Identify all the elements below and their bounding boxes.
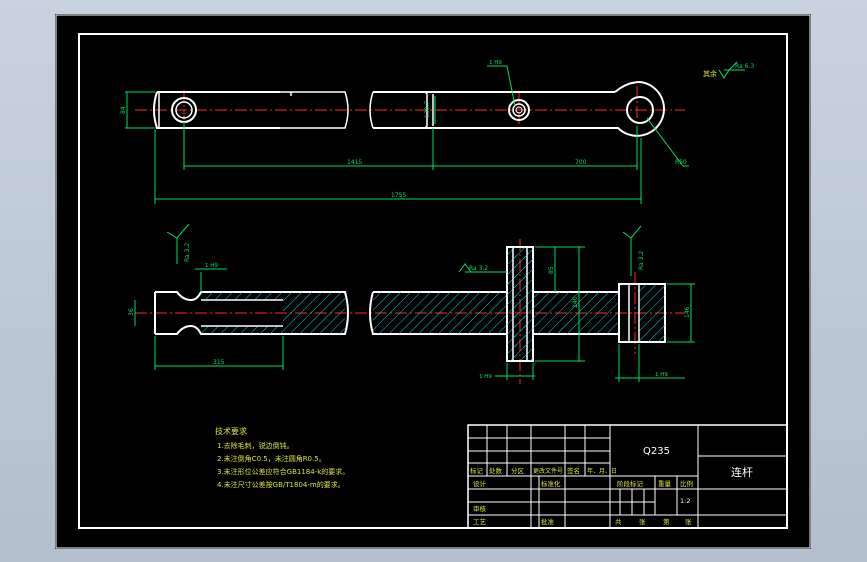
- fit-bottom-right: 1 H9: [655, 372, 668, 378]
- dim-240: 240: [572, 296, 579, 308]
- drawing-area: 1415 700 1755 84 130.7 R50 1 H9 其余 Ra 6.…: [55, 14, 811, 549]
- tech-requirements: 技术要求 1.去除毛刺，锐边倒钝。 2.未注倒角C0.5，未注圆角R0.5。 3…: [215, 426, 349, 489]
- tb-header-count: 处数: [489, 466, 503, 475]
- roughness-right: Ra 3.2: [638, 251, 645, 270]
- roughness-left: Ra 3.2: [184, 243, 191, 262]
- dim-700: 700: [575, 159, 587, 166]
- dim-85: 85: [548, 266, 555, 274]
- tb-header-zone: 分区: [511, 466, 525, 475]
- tb-material: Q235: [643, 446, 670, 457]
- roughness-other: 其余 Ra 6.3: [703, 61, 754, 79]
- tb-sheet-4: 张: [685, 517, 692, 526]
- fit-left: 1 H9: [205, 263, 218, 269]
- tb-scale: 1:2: [680, 497, 690, 505]
- title-block: 标记 处数 分区 更改文件号 签名 年、月、日 设计 标准化 审核 工艺 批准 …: [467, 424, 788, 529]
- tech-req-title: 技术要求: [215, 426, 247, 436]
- tb-role-design: 设计: [473, 479, 487, 488]
- roughness-other-label: 其余: [703, 69, 717, 78]
- tb-header-date: 年、月、日: [587, 467, 617, 475]
- tech-req-item-3: 3.未注形位公差应符合GB1184-k的要求。: [217, 467, 349, 476]
- dim-84: 84: [120, 106, 127, 114]
- tb-sheet-3: 第: [663, 517, 670, 526]
- tb-header-sign: 签名: [567, 466, 580, 475]
- tb-weight: 重量: [658, 480, 672, 488]
- top-view-dimensions: 1415 700 1755 84 130.7 R50 1 H9: [120, 60, 689, 204]
- tb-scale-label: 比例: [680, 479, 693, 488]
- tb-header-docno: 更改文件号: [533, 467, 563, 475]
- tb-role-process: 工艺: [473, 518, 487, 526]
- tech-req-item-1: 1.去除毛刺，锐边倒钝。: [217, 441, 294, 450]
- dim-315: 315: [213, 359, 225, 366]
- dim-1415: 1415: [347, 159, 362, 166]
- tb-sheet-2: 张: [639, 517, 646, 526]
- tb-sheet-1: 共: [615, 517, 622, 526]
- dim-1755: 1755: [391, 192, 406, 199]
- tb-part-name: 连杆: [731, 465, 753, 479]
- tb-role-standard: 标准化: [541, 479, 561, 488]
- tb-header-mark: 标记: [470, 466, 484, 475]
- roughness-other-value: Ra 6.3: [735, 63, 754, 70]
- tb-role-approve: 批准: [541, 517, 555, 526]
- dim-r50: R50: [675, 159, 687, 166]
- tb-role-audit: 审核: [473, 504, 487, 513]
- dim-36: 36: [128, 308, 135, 316]
- roughness-hub: Ra 3.2: [469, 265, 488, 272]
- fit-top: 1 H9: [489, 60, 502, 66]
- dim-146: 146: [684, 306, 691, 318]
- roughness-marks: Ra 3.2 Ra 3.2 Ra 3.2: [166, 223, 645, 276]
- tb-stage-mark: 阶段标记: [617, 479, 644, 488]
- tech-req-item-4: 4.未注尺寸公差按GB/T1804-m的要求。: [217, 480, 345, 489]
- top-view: [135, 80, 685, 137]
- dim-130-7: 130.7: [424, 101, 431, 118]
- cad-drawing: 1415 700 1755 84 130.7 R50 1 H9 其余 Ra 6.…: [55, 14, 811, 549]
- tech-req-item-2: 2.未注倒角C0.5，未注圆角R0.5。: [217, 454, 326, 463]
- fit-bottom-hub: 1 H9: [479, 374, 492, 380]
